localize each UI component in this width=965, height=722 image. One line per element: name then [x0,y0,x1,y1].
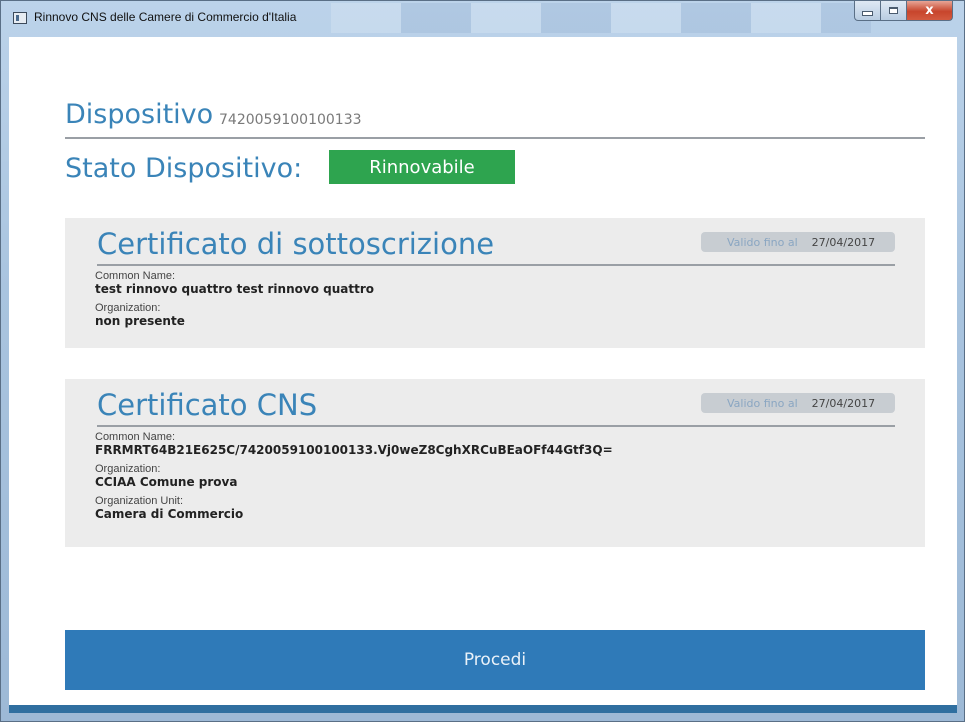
bottom-bar [9,705,957,713]
proceed-button[interactable]: Procedi [65,630,925,690]
field-label: Organization: [95,302,161,314]
status-badge: Rinnovabile [329,150,515,184]
window-title: Rinnovo CNS delle Camere di Commercio d'… [34,10,297,24]
minimize-button[interactable] [854,1,881,21]
certificate-header: Certificato di sottoscrizione Valido fin… [97,226,895,266]
maximize-icon [889,7,898,14]
field-label: Organization: [95,463,161,475]
certificate-fields: Common Name: FRRMRT64B21E625C/7420059100… [95,431,613,527]
minimize-icon [862,11,873,16]
field-value: FRRMRT64B21E625C/7420059100100133.Vj0weZ… [95,443,613,457]
title-bar[interactable]: Rinnovo CNS delle Camere di Commercio d'… [1,1,964,37]
field-label: Common Name: [95,270,176,282]
certificate-header: Certificato CNS Valido fino al 27/04/201… [97,387,895,427]
client-area: Dispositivo 7420059100100133 Stato Dispo… [9,37,957,713]
field-label: Common Name: [95,431,176,443]
validity-badge: Valido fino al 27/04/2017 [701,393,895,413]
close-icon: x [925,3,934,18]
certificate-title: Certificato di sottoscrizione [97,227,495,261]
certificate-card-signature: Certificato di sottoscrizione Valido fin… [65,218,925,348]
validity-badge: Valido fino al 27/04/2017 [701,232,895,252]
field-value: non presente [95,314,185,328]
validity-label: Valido fino al [727,235,798,249]
certificate-card-cns: Certificato CNS Valido fino al 27/04/201… [65,379,925,547]
validity-date: 27/04/2017 [811,396,876,410]
device-header: Dispositivo 7420059100100133 [65,99,925,139]
maximize-button[interactable] [881,1,907,21]
field-label: Organization Unit: [95,495,184,507]
validity-label: Valido fino al [727,396,798,410]
validity-date: 27/04/2017 [811,235,876,249]
field-value: Camera di Commercio [95,507,244,521]
app-window: Rinnovo CNS delle Camere di Commercio d'… [0,0,965,722]
close-button[interactable]: x [907,1,953,21]
field-value: CCIAA Comune prova [95,475,238,489]
device-serial: 7420059100100133 [219,112,362,128]
device-status-label: Stato Dispositivo: [65,153,303,184]
device-title: Dispositivo [65,99,214,130]
field-value: test rinnovo quattro test rinnovo quattr… [95,282,374,296]
app-icon[interactable] [13,12,27,24]
window-controls: x [854,1,953,22]
certificate-title: Certificato CNS [97,388,318,422]
certificate-fields: Common Name: test rinnovo quattro test r… [95,270,374,334]
